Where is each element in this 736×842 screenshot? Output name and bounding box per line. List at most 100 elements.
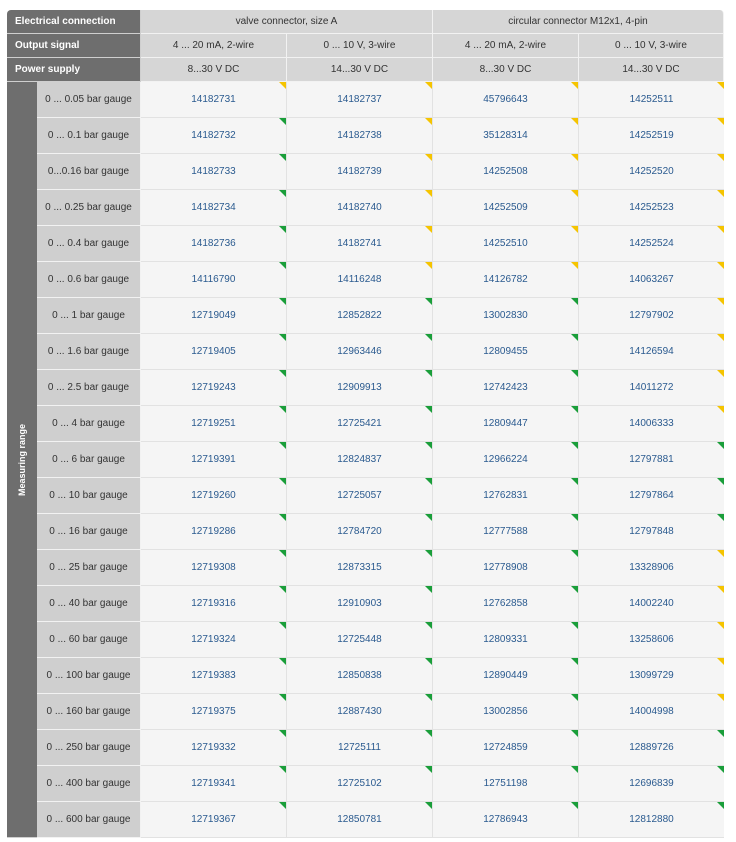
part-number-link[interactable]: 13099729 [579, 658, 724, 694]
part-number-link[interactable]: 12824837 [287, 442, 433, 478]
part-number-link[interactable]: 12966224 [433, 442, 579, 478]
part-number-link[interactable]: 12719316 [141, 586, 287, 622]
part-number-link[interactable]: 12797902 [579, 298, 724, 334]
part-number-text: 14004998 [629, 706, 674, 717]
part-number-link[interactable]: 13258606 [579, 622, 724, 658]
part-number-link[interactable]: 12719251 [141, 406, 287, 442]
part-number-link[interactable]: 13002856 [433, 694, 579, 730]
part-number-link[interactable]: 14252523 [579, 190, 724, 226]
part-number-link[interactable]: 14126782 [433, 262, 579, 298]
part-number-text: 12812880 [629, 814, 674, 825]
part-number-link[interactable]: 14063267 [579, 262, 724, 298]
part-number-link[interactable]: 14252511 [579, 82, 724, 118]
part-number-link[interactable]: 12890449 [433, 658, 579, 694]
part-number-link[interactable]: 14182731 [141, 82, 287, 118]
part-number-link[interactable]: 14004998 [579, 694, 724, 730]
part-number-link[interactable]: 12910903 [287, 586, 433, 622]
part-number-link[interactable]: 12719383 [141, 658, 287, 694]
part-number-link[interactable]: 12809447 [433, 406, 579, 442]
part-number-link[interactable]: 12786943 [433, 802, 579, 838]
part-number-link[interactable]: 14252509 [433, 190, 579, 226]
part-number-link[interactable]: 14252508 [433, 154, 579, 190]
part-number-link[interactable]: 12809455 [433, 334, 579, 370]
part-number-link[interactable]: 12963446 [287, 334, 433, 370]
part-number-text: 12852822 [337, 310, 382, 321]
part-number-link[interactable]: 12725448 [287, 622, 433, 658]
part-number-link[interactable]: 14252524 [579, 226, 724, 262]
part-number-link[interactable]: 12812880 [579, 802, 724, 838]
part-number-link[interactable]: 14116790 [141, 262, 287, 298]
part-number-link[interactable]: 12719049 [141, 298, 287, 334]
part-number-link[interactable]: 12696839 [579, 766, 724, 802]
part-number-link[interactable]: 12762831 [433, 478, 579, 514]
part-number-text: 14252510 [483, 238, 528, 249]
part-number-link[interactable]: 12784720 [287, 514, 433, 550]
part-number-link[interactable]: 12751198 [433, 766, 579, 802]
part-number-link[interactable]: 12909913 [287, 370, 433, 406]
part-number-link[interactable]: 12850781 [287, 802, 433, 838]
part-number-link[interactable]: 12719391 [141, 442, 287, 478]
part-number-link[interactable]: 12719286 [141, 514, 287, 550]
part-number-link[interactable]: 12762858 [433, 586, 579, 622]
availability-green-icon [425, 694, 432, 701]
part-number-link[interactable]: 12777588 [433, 514, 579, 550]
part-number-link[interactable]: 12873315 [287, 550, 433, 586]
part-number-link[interactable]: 14182736 [141, 226, 287, 262]
part-number-link[interactable]: 12719367 [141, 802, 287, 838]
availability-green-icon [279, 550, 286, 557]
part-number-link[interactable]: 14182738 [287, 118, 433, 154]
part-number-text: 12725111 [337, 742, 381, 753]
part-number-link[interactable]: 12719341 [141, 766, 287, 802]
header-value: 0 ... 10 V, 3-wire [579, 34, 724, 58]
table-row: 0 ... 400 bar gauge 12719341 12725102 12751… [37, 766, 726, 802]
part-number-link[interactable]: 12725057 [287, 478, 433, 514]
part-number-link[interactable]: 12778908 [433, 550, 579, 586]
part-number-link[interactable]: 35128314 [433, 118, 579, 154]
measuring-range-cell: 0 ... 160 bar gauge [37, 694, 141, 730]
table-row: 0 ... 6 bar gauge 12719391 12824837 1296622… [37, 442, 726, 478]
part-number-link[interactable]: 12887430 [287, 694, 433, 730]
part-number-link[interactable]: 12797864 [579, 478, 724, 514]
part-number-link[interactable]: 12719405 [141, 334, 287, 370]
part-number-link[interactable]: 45796643 [433, 82, 579, 118]
measuring-range-sidebar: Measuring range [7, 82, 37, 838]
part-number-link[interactable]: 12719324 [141, 622, 287, 658]
part-number-link[interactable]: 12797848 [579, 514, 724, 550]
part-number-link[interactable]: 14252520 [579, 154, 724, 190]
part-number-link[interactable]: 13002830 [433, 298, 579, 334]
part-number-link[interactable]: 14182740 [287, 190, 433, 226]
part-number-link[interactable]: 12719308 [141, 550, 287, 586]
part-number-link[interactable]: 14252519 [579, 118, 724, 154]
part-number-link[interactable]: 14182733 [141, 154, 287, 190]
part-number-link[interactable]: 13328906 [579, 550, 724, 586]
part-number-link[interactable]: 12725421 [287, 406, 433, 442]
part-number-link[interactable]: 14116248 [287, 262, 433, 298]
part-number-link[interactable]: 14182741 [287, 226, 433, 262]
availability-green-icon [717, 478, 724, 485]
part-number-link[interactable]: 12719375 [141, 694, 287, 730]
measuring-range-label: Measuring range [17, 423, 27, 496]
part-number-link[interactable]: 12724859 [433, 730, 579, 766]
part-number-link[interactable]: 14252510 [433, 226, 579, 262]
part-number-link[interactable]: 14182739 [287, 154, 433, 190]
part-number-link[interactable]: 14126594 [579, 334, 724, 370]
part-number-text: 12784720 [337, 526, 382, 537]
part-number-link[interactable]: 12889726 [579, 730, 724, 766]
part-number-link[interactable]: 14182732 [141, 118, 287, 154]
part-number-link[interactable]: 12725111 [287, 730, 433, 766]
part-number-link[interactable]: 14182737 [287, 82, 433, 118]
part-number-link[interactable]: 12719332 [141, 730, 287, 766]
part-number-link[interactable]: 12725102 [287, 766, 433, 802]
availability-yellow-icon [717, 262, 724, 269]
part-number-link[interactable]: 14006333 [579, 406, 724, 442]
part-number-link[interactable]: 14002240 [579, 586, 724, 622]
part-number-link[interactable]: 12850838 [287, 658, 433, 694]
part-number-link[interactable]: 12809331 [433, 622, 579, 658]
part-number-link[interactable]: 12742423 [433, 370, 579, 406]
part-number-link[interactable]: 12719260 [141, 478, 287, 514]
part-number-link[interactable]: 14011272 [579, 370, 724, 406]
part-number-link[interactable]: 14182734 [141, 190, 287, 226]
part-number-link[interactable]: 12797881 [579, 442, 724, 478]
part-number-link[interactable]: 12719243 [141, 370, 287, 406]
part-number-link[interactable]: 12852822 [287, 298, 433, 334]
